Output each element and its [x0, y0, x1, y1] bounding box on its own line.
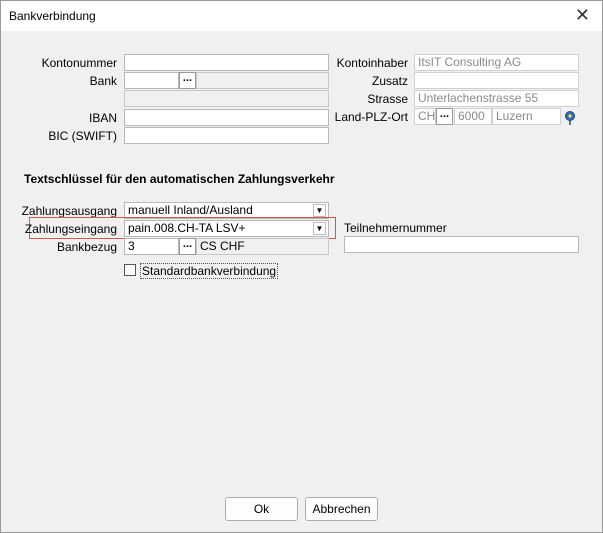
strasse-field[interactable]: Unterlachenstrasse 55 [414, 90, 579, 107]
zusatz-field[interactable] [414, 72, 579, 89]
bank-lookup-button[interactable]: ... [179, 72, 196, 89]
title-bar: Bankverbindung ✕ [1, 1, 602, 31]
ellipsis-icon: ... [182, 72, 193, 84]
cancel-button[interactable]: Abbrechen [305, 497, 378, 521]
bank-field[interactable] [124, 72, 179, 89]
chevron-down-icon[interactable]: ▼ [313, 204, 326, 217]
close-icon[interactable]: ✕ [575, 5, 590, 25]
chevron-down-icon[interactable]: ▼ [313, 222, 326, 235]
zahlungseingang-select[interactable]: pain.008.CH-TA LSV+ ▼ [124, 220, 329, 237]
iban-field[interactable] [124, 109, 329, 126]
teilnehmernummer-field[interactable] [344, 236, 579, 253]
bic-label: BIC (SWIFT) [48, 129, 117, 143]
kontonummer-label: Kontonummer [41, 56, 117, 70]
ellipsis-icon: ... [182, 238, 193, 250]
zahlungseingang-value: pain.008.CH-TA LSV+ [128, 221, 246, 235]
ellipsis-icon: ... [439, 108, 450, 120]
zusatz-label: Zusatz [371, 74, 408, 88]
teilnehmernummer-label: Teilnehmernummer [344, 221, 447, 235]
dialog-window: Bankverbindung ✕ Kontonummer Bank ... IB… [0, 0, 603, 533]
map-pin-icon[interactable] [562, 110, 578, 126]
bankbezug-field[interactable]: 3 [124, 238, 179, 255]
kontoinhaber-label: Kontoinhaber [336, 56, 408, 70]
zahlungsausgang-value: manuell Inland/Ausland [128, 203, 253, 217]
bank-address-display [124, 90, 329, 107]
dialog-title: Bankverbindung [9, 9, 96, 23]
kontoinhaber-field[interactable]: ItsIT Consulting AG [414, 54, 579, 71]
ort-field[interactable]: Luzern [492, 108, 561, 125]
bank-name-display [196, 72, 329, 89]
bankbezug-name-display: CS CHF [196, 238, 329, 255]
zahlungsausgang-label: Zahlungsausgang [21, 204, 117, 218]
dialog-content: Kontonummer Bank ... IBAN BIC (SWIFT) Ko… [1, 31, 602, 532]
bic-field[interactable] [124, 127, 329, 144]
strasse-label: Strasse [367, 92, 408, 106]
standard-checkbox[interactable] [124, 264, 136, 276]
ok-button[interactable]: Ok [225, 497, 298, 521]
bankbezug-lookup-button[interactable]: ... [179, 238, 196, 255]
standard-checkbox-label[interactable]: Standardbankverbindung [140, 263, 279, 279]
land-lookup-button[interactable]: ... [436, 108, 453, 125]
zahlungseingang-label: Zahlungseingang [24, 222, 117, 236]
bank-label: Bank [89, 74, 117, 88]
land-field[interactable]: CH [414, 108, 436, 125]
bankbezug-label: Bankbezug [56, 240, 117, 254]
iban-label: IBAN [88, 111, 117, 125]
section-title: Textschlüssel für den automatischen Zahl… [24, 172, 335, 186]
kontonummer-field[interactable] [124, 54, 329, 71]
plz-field[interactable]: 6000 [454, 108, 492, 125]
land-plz-ort-label: Land-PLZ-Ort [334, 110, 408, 124]
